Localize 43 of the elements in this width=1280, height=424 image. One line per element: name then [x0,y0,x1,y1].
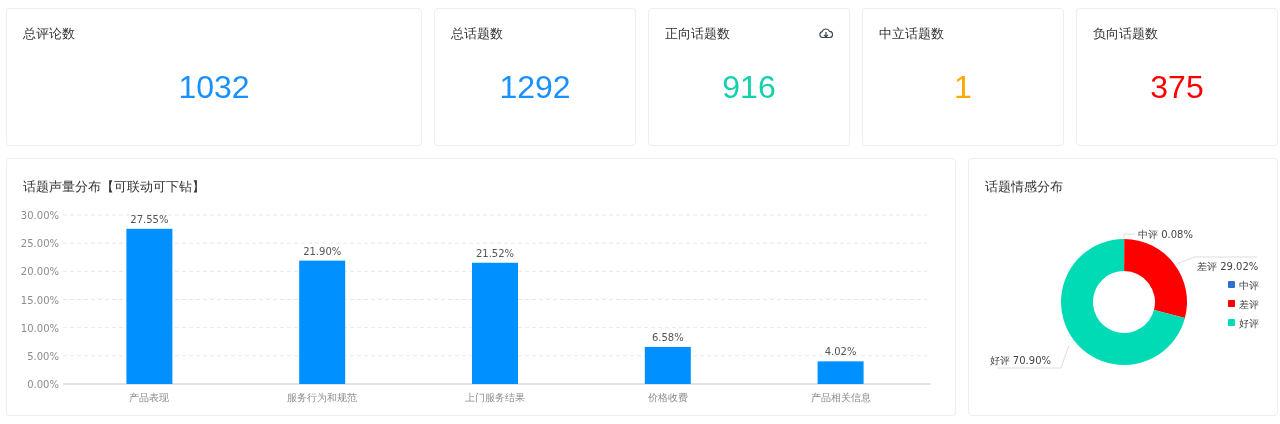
donut-slice[interactable] [1124,239,1187,319]
slice-label: 差评 29.02% [1197,261,1259,272]
leader-line [1123,233,1136,240]
y-tick-label: 0.00% [27,379,59,390]
slice-label: 中评 0.08% [1138,229,1193,240]
category-label: 价格收费 [647,392,688,403]
value-label: 27.55% [130,213,169,225]
category-label: 产品相关信息 [810,392,871,403]
category-label: 上门服务结果 [465,392,525,403]
stat-title: 总评论数 [23,25,75,43]
bar[interactable] [126,228,173,384]
stat-title: 负向话题数 [1093,25,1158,43]
stat-value: 916 [721,69,777,106]
y-tick-label: 10.00% [20,322,59,334]
bar[interactable] [299,260,346,384]
stat-value: 375 [1149,69,1205,106]
stat-value: 1 [953,69,973,106]
value-label: 21.52% [475,247,515,259]
stat-title: 中立话题数 [879,25,944,43]
bar[interactable] [817,361,864,384]
value-label: 21.90% [303,245,342,257]
y-tick-label: 30.00% [20,210,59,221]
donut-slice[interactable] [1061,239,1185,365]
stat-value: 1032 [177,69,251,106]
slice-label: 好评 70.90% [989,355,1051,366]
stat-title: 正向话题数 [665,25,730,43]
value-label: 4.02% [824,346,857,358]
legend-label[interactable]: 好评 [1239,318,1259,329]
y-tick-label: 20.00% [20,266,59,278]
stat-title: 总话题数 [451,25,503,43]
panel-title: 话题情感分布 [984,178,1064,196]
download-icon[interactable] [819,27,833,41]
legend-label[interactable]: 差评 [1239,299,1259,310]
value-label: 6.58% [651,331,684,343]
legend-label[interactable]: 中评 [1239,280,1259,291]
category-label: 服务行为和规范 [287,392,358,403]
category-label: 产品表现 [129,392,170,403]
y-tick-label: 15.00% [20,294,59,306]
stat-value: 1292 [498,69,572,106]
bar[interactable] [644,346,691,384]
y-tick-label: 25.00% [20,238,59,250]
y-tick-label: 5.00% [27,350,59,362]
panel-title: 话题声量分布【可联动可下钻】 [22,178,206,196]
